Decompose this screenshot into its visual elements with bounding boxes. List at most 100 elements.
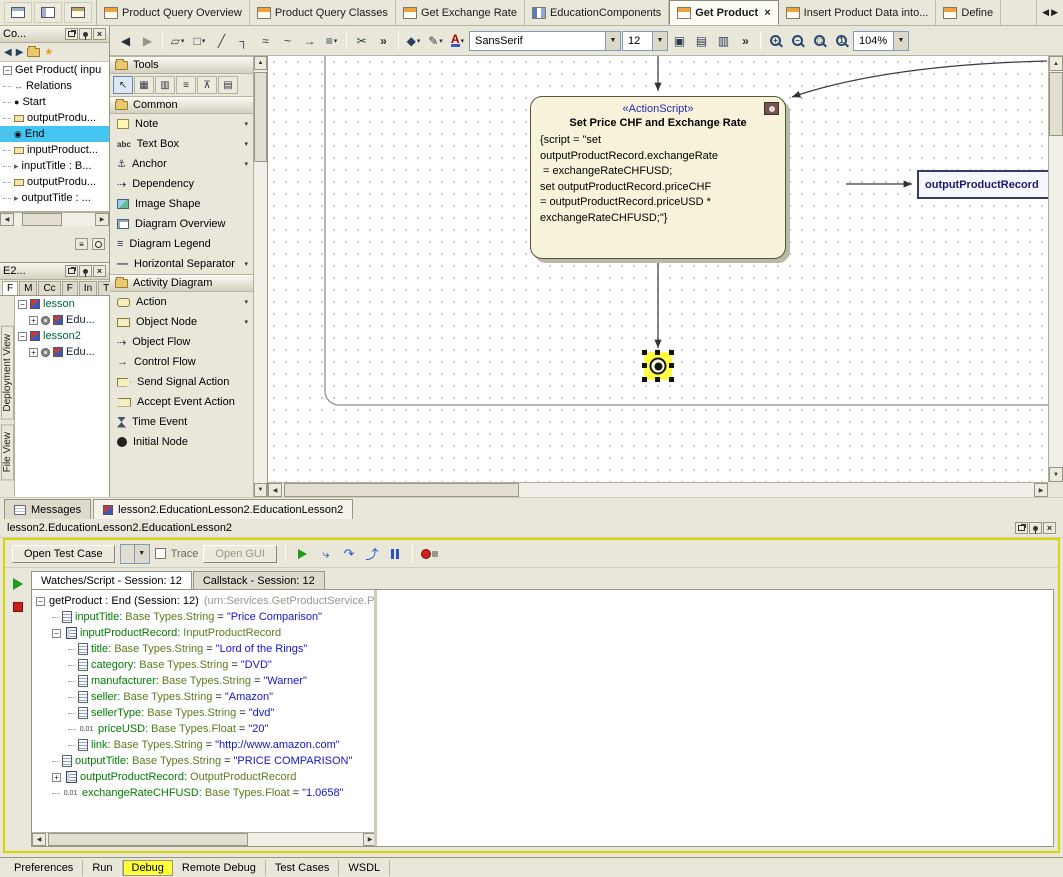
- marquee-tool[interactable]: ▦: [134, 76, 154, 94]
- tab-get-exchange-rate[interactable]: Get Exchange Rate: [396, 0, 525, 25]
- watch-row[interactable]: 0.01 priceUSD: Base Types.Float = "20": [32, 721, 374, 737]
- open-gui-button[interactable]: Open GUI: [203, 545, 277, 563]
- palette-item-text-box[interactable]: abcText Box▾: [110, 134, 253, 154]
- tab-insert-product-data[interactable]: Insert Product Data into...: [779, 0, 937, 25]
- session-select[interactable]: ▼: [120, 544, 150, 564]
- tab-educationcomponents[interactable]: EducationComponents: [525, 0, 669, 25]
- tree-row-lesson2[interactable]: −lesson2: [15, 328, 109, 344]
- explorer-tab[interactable]: F: [2, 281, 18, 295]
- watches-hscrollbar[interactable]: ◀ ▶: [32, 832, 377, 846]
- history-back-button[interactable]: ◀: [4, 47, 12, 58]
- vertical-tab-file-view[interactable]: File View: [1, 424, 14, 480]
- watch-row[interactable]: link: Base Types.String = "http://www.am…: [32, 737, 374, 753]
- debugger-titlebar[interactable]: lesson2.EducationLesson2.EducationLesson…: [0, 519, 1063, 538]
- chevron-down-icon[interactable]: ▾: [244, 140, 248, 148]
- watch-root-row[interactable]: − getProduct : End (Session: 12) (urn:Se…: [32, 593, 374, 609]
- chevron-down-icon[interactable]: ▼: [893, 32, 908, 50]
- step-out-button[interactable]: ⤴: [363, 544, 381, 563]
- forward-button[interactable]: [137, 30, 158, 52]
- containment-hscrollbar[interactable]: ◀ ▶: [0, 212, 109, 226]
- collapse-icon[interactable]: −: [18, 300, 27, 309]
- watch-row[interactable]: category: Base Types.String = "DVD": [32, 657, 374, 673]
- stop-record-button[interactable]: [421, 549, 439, 559]
- resize-handle[interactable]: [655, 377, 660, 382]
- scroll-up-button[interactable]: ▲: [254, 56, 267, 70]
- align-horizontal-tool[interactable]: ⊼: [197, 76, 217, 94]
- resize-handle[interactable]: [642, 350, 647, 355]
- footer-tab-remote-debug[interactable]: Remote Debug: [173, 860, 266, 876]
- scroll-down-button[interactable]: ▼: [254, 483, 267, 497]
- close-panel-button[interactable]: ×: [93, 28, 106, 40]
- scroll-right-button[interactable]: ▶: [363, 833, 377, 846]
- palette-scrollbar[interactable]: ▲ ▼: [253, 56, 267, 497]
- paste-style-button[interactable]: [691, 30, 712, 52]
- dock-tab-messages[interactable]: Messages: [4, 499, 91, 519]
- palette-item-anchor[interactable]: Anchor▾: [110, 154, 253, 174]
- scroll-left-button[interactable]: ◀: [0, 213, 14, 226]
- script-media-icon[interactable]: [764, 102, 779, 115]
- footer-tab-wsdl[interactable]: WSDL: [339, 860, 390, 876]
- zoom-out-button[interactable]: −: [787, 30, 808, 52]
- chevron-down-icon[interactable]: ▼: [134, 545, 149, 563]
- tree-row-end[interactable]: End: [0, 126, 109, 142]
- arrow-style-button[interactable]: [299, 30, 320, 52]
- zoom-selection-button[interactable]: ▾: [403, 30, 424, 52]
- palette-header-tools[interactable]: Tools: [110, 56, 253, 74]
- tree-row-outputproductrecord[interactable]: outputProdu...: [0, 110, 109, 126]
- pencil-tool-button[interactable]: ▾: [425, 30, 446, 52]
- step-into-button[interactable]: ⤷: [317, 546, 335, 562]
- canvas-vscrollbar[interactable]: ▲ ▼: [1048, 56, 1063, 482]
- resize-handle[interactable]: [642, 363, 647, 368]
- palette-item-control-flow[interactable]: Control Flow: [110, 352, 253, 372]
- tree-row-outputproduct2[interactable]: outputProdu...: [0, 174, 109, 190]
- chevron-down-icon[interactable]: ▾: [244, 160, 248, 168]
- tree-row-relations[interactable]: Relations: [0, 78, 109, 94]
- tree-row-outputtitle[interactable]: outputTitle : ...: [0, 190, 109, 206]
- scroll-right-button[interactable]: ▶: [1034, 483, 1048, 497]
- tree-row-inputtitle[interactable]: inputTitle : B...: [0, 158, 109, 174]
- favorites-icon[interactable]: ★: [44, 47, 53, 58]
- scroll-up-button[interactable]: ▲: [1049, 56, 1063, 71]
- scrollbar-track[interactable]: [14, 213, 95, 226]
- align-button[interactable]: ▾: [321, 30, 342, 52]
- watch-row[interactable]: 0.01 exchangeRateCHFUSD: Base Types.Floa…: [32, 785, 374, 801]
- back-button[interactable]: [115, 30, 136, 52]
- tab-product-query-classes[interactable]: Product Query Classes: [250, 0, 396, 25]
- incoming-edge[interactable]: [792, 61, 1047, 97]
- explorer-tree[interactable]: −lesson +Edu... −lesson2 +Edu...: [15, 296, 109, 497]
- explorer-tab[interactable]: Cc: [38, 281, 60, 295]
- palette-item-accept-event-action[interactable]: Accept Event Action: [110, 392, 253, 412]
- scroll-down-button[interactable]: ▼: [1049, 467, 1063, 482]
- font-family-select[interactable]: SansSerif ▼: [469, 31, 621, 51]
- split-window-button[interactable]: [34, 2, 62, 23]
- explorer-tab[interactable]: M: [19, 281, 37, 295]
- tab-callstack[interactable]: Callstack - Session: 12: [193, 571, 325, 589]
- palette-item-time-event[interactable]: Time Event: [110, 412, 253, 432]
- chevron-down-icon[interactable]: ▾: [244, 260, 248, 268]
- resize-handle[interactable]: [655, 350, 660, 355]
- palette-item-dependency[interactable]: Dependency: [110, 174, 253, 194]
- copy-style-button[interactable]: [669, 30, 690, 52]
- float-panel-button[interactable]: [65, 28, 78, 40]
- step-over-button[interactable]: ↷: [340, 546, 358, 562]
- tab-define[interactable]: Define: [936, 0, 1001, 25]
- trace-checkbox[interactable]: [155, 548, 166, 559]
- pin-panel-button[interactable]: [1029, 522, 1042, 534]
- shape-tool-button[interactable]: ▾: [167, 30, 188, 52]
- pin-panel-button[interactable]: [79, 265, 92, 277]
- zoom-level-select[interactable]: 104% ▼: [853, 31, 909, 51]
- close-panel-button[interactable]: ×: [1043, 522, 1056, 534]
- manage-windows-button[interactable]: [64, 2, 92, 23]
- scroll-tabs-left-button[interactable]: ◀: [1042, 7, 1049, 18]
- resize-handle[interactable]: [669, 377, 674, 382]
- watch-row[interactable]: manufacturer: Base Types.String = "Warne…: [32, 673, 374, 689]
- watch-row[interactable]: − inputProductRecord: InputProductRecord: [32, 625, 374, 641]
- close-panel-button[interactable]: ×: [93, 265, 106, 277]
- zigzag-path-button[interactable]: [255, 30, 276, 52]
- folder-icon[interactable]: [27, 48, 40, 57]
- tree-row-lesson[interactable]: −lesson: [15, 296, 109, 312]
- open-test-case-button[interactable]: Open Test Case: [12, 545, 115, 563]
- recent-elements-button[interactable]: [92, 238, 105, 250]
- tree-row-activity[interactable]: −Get Product( inpu: [0, 62, 109, 78]
- tree-row-start[interactable]: Start: [0, 94, 109, 110]
